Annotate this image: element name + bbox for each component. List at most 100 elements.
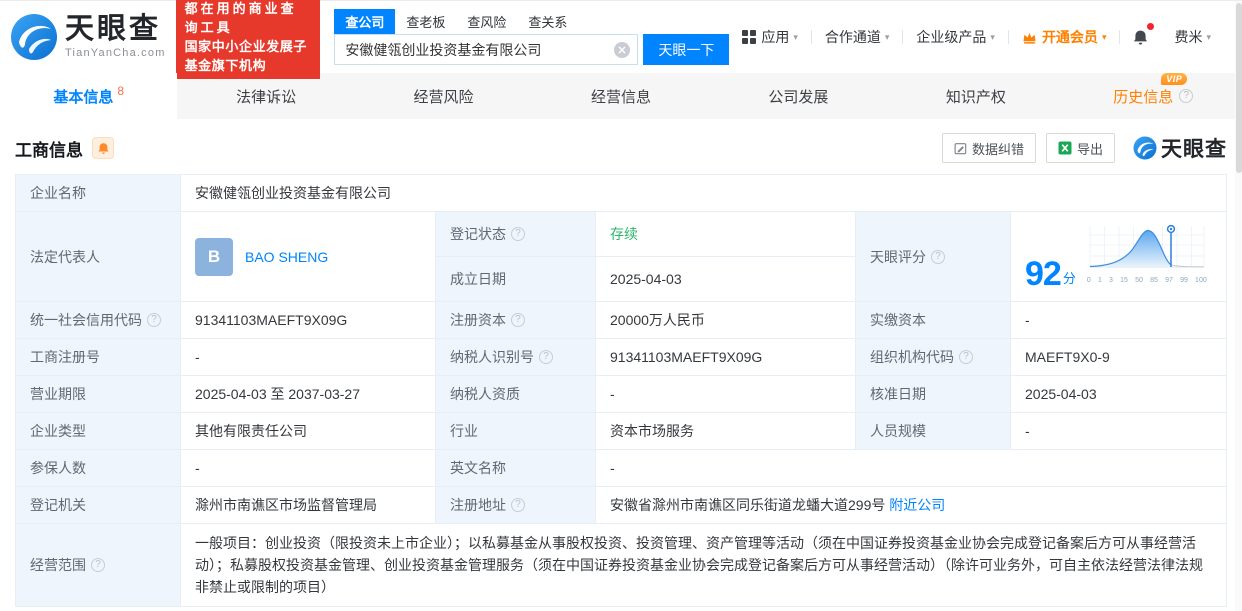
status-badge: 存续 (610, 226, 638, 242)
tick-label: 50 (1135, 277, 1143, 284)
vip-badge: VIP (1161, 72, 1188, 85)
export-label: 导出 (1076, 141, 1103, 157)
score-distribution-chart: 0 1 3 15 50 85 97 99 100 (1086, 222, 1208, 291)
data-correction-button[interactable]: 数据纠错 (941, 133, 1036, 163)
taxpayer-id-label-text: 纳税人识别号 (450, 349, 534, 365)
scope-value: 一般项目：创业投资（限投资未上市企业）；以私募基金从事股权投资、投资管理、资产管… (180, 523, 1227, 607)
search-input[interactable] (334, 34, 639, 65)
taxpayer-id-label: 纳税人识别号 ? (435, 338, 596, 376)
table-row: 法定代表人 B BAO SHENG 登记状态 ? 存续 天眼评分 ? 92 分 … (15, 211, 1227, 302)
tick-label: 99 (1180, 277, 1188, 284)
section-title: 工商信息 (15, 140, 83, 160)
search-tab-risk[interactable]: 查风险 (456, 9, 517, 34)
subscribe-bell-button[interactable] (92, 137, 114, 159)
legal-rep-link[interactable]: BAO SHENG (245, 247, 328, 267)
reg-capital-label-text: 注册资本 (450, 312, 506, 328)
bell-icon (1134, 30, 1148, 45)
notifications-bell[interactable] (1120, 22, 1161, 46)
table-row: 营业期限 2025-04-03 至 2037-03-27 纳税人资质 - 核准日… (15, 375, 1227, 413)
help-icon[interactable]: ? (1179, 89, 1194, 103)
help-icon[interactable]: ? (511, 498, 525, 512)
nav-partner-label: 合作通道 (824, 29, 881, 45)
nearby-companies-link[interactable]: 附近公司 (889, 497, 945, 513)
tab-operation[interactable]: 经营信息 (532, 73, 709, 119)
search-tab-boss[interactable]: 查老板 (395, 9, 456, 34)
tab-basic-info[interactable]: 基本信息 8 (0, 73, 178, 119)
tab-history[interactable]: 历史信息 VIP ? (1065, 72, 1242, 119)
search-tabs: 查公司 查老板 查风险 查关系 (334, 9, 729, 34)
crown-icon (1022, 31, 1037, 44)
logo-title: 天眼查 (65, 13, 162, 45)
company-name-value: 安徽健瓴创业投资基金有限公司 (180, 174, 1227, 212)
help-icon[interactable]: ? (959, 350, 973, 364)
tick-label: 0 (1086, 277, 1091, 284)
establish-date-value: 2025-04-03 (595, 256, 856, 302)
nav-open-vip[interactable]: 开通会员 ▾ (1009, 27, 1120, 47)
scrollbar-thumb[interactable] (1235, 3, 1242, 173)
score-curve (1089, 224, 1205, 268)
uscc-value: 91341103MAEFT9X09G (180, 301, 436, 339)
help-icon[interactable]: ? (511, 313, 525, 327)
search-button[interactable]: 天眼一下 (643, 34, 730, 65)
tab-ip-label: 知识产权 (945, 88, 1006, 106)
nav-enterprise[interactable]: 企业级产品 ▾ (903, 27, 1008, 47)
term-label: 营业期限 (15, 375, 181, 413)
username-label: 费米 (1174, 29, 1203, 45)
search-area: 查公司 查老板 查风险 查关系 天眼一下 (334, 9, 730, 65)
taxpayer-quality-value: - (595, 375, 856, 413)
tick-label: 3 (1109, 277, 1113, 284)
staff-size-value: - (1010, 412, 1227, 450)
legal-rep-label: 法定代表人 (15, 211, 181, 302)
tab-ip[interactable]: 知识产权 (887, 73, 1064, 119)
avatar[interactable]: B (195, 237, 233, 276)
english-name-value: - (595, 449, 1227, 487)
tianyancha-logo-icon (1133, 136, 1157, 160)
section-head: 工商信息 数据纠错 导出 天眼查 (0, 119, 1242, 174)
table-row: 统一社会信用代码 ? 91341103MAEFT9X09G 注册资本 ? 200… (15, 301, 1227, 339)
tab-risk[interactable]: 经营风险 (355, 73, 532, 119)
score-value: 92 (1025, 255, 1062, 293)
help-icon[interactable]: ? (511, 227, 525, 241)
help-icon[interactable]: ? (91, 558, 105, 572)
nav-user[interactable]: 费米 ▾ (1161, 27, 1224, 47)
tab-basic-info-count: 8 (117, 84, 125, 98)
help-icon[interactable]: ? (931, 249, 945, 264)
company-tabbar: 基本信息 8 法律诉讼 经营风险 经营信息 公司发展 知识产权 历史信息 VIP… (0, 72, 1242, 119)
nav-partner[interactable]: 合作通道 ▾ (812, 27, 903, 47)
edit-doc-icon (954, 142, 967, 154)
notification-dot (1147, 22, 1155, 30)
nav-open-vip-label: 开通会员 (1041, 29, 1098, 45)
company-name-label: 企业名称 (15, 174, 181, 212)
chevron-down-icon: ▾ (884, 31, 890, 42)
org-code-label: 组织机构代码 ? (855, 338, 1011, 376)
export-button[interactable]: 导出 (1045, 133, 1115, 163)
registry-value: 滁州市南谯区市场监督管理局 (180, 486, 436, 524)
tab-legal[interactable]: 法律诉讼 (177, 73, 354, 119)
paid-capital-value: - (1010, 301, 1227, 339)
tab-history-label: 历史信息 (1113, 88, 1174, 106)
search-tab-company[interactable]: 查公司 (334, 9, 396, 34)
org-code-value: MAEFT9X0-9 (1010, 338, 1227, 376)
approval-date-label: 核准日期 (855, 375, 1011, 413)
insured-label: 参保人数 (15, 449, 181, 487)
header-nav: 应用 ▾ 合作通道 ▾ 企业级产品 ▾ 开通会员 ▾ 费米 ▾ (729, 22, 1224, 47)
company-type-label: 企业类型 (15, 412, 181, 450)
org-code-label-text: 组织机构代码 (870, 349, 954, 365)
reg-number-label: 工商注册号 (15, 338, 181, 376)
staff-size-label: 人员规模 (855, 412, 1011, 450)
help-icon[interactable]: ? (147, 313, 161, 327)
table-row: 工商注册号 - 纳税人识别号 ? 91341103MAEFT9X09G 组织机构… (15, 338, 1227, 376)
search-tab-relation[interactable]: 查关系 (517, 9, 578, 34)
score-cell: 92 分 0 1 3 15 50 85 97 99 100 (1010, 211, 1227, 302)
reg-status-value: 存续 (595, 211, 856, 257)
watermark-logo: 天眼查 (1133, 133, 1227, 163)
help-icon[interactable]: ? (539, 350, 553, 364)
nav-apps[interactable]: 应用 ▾ (729, 27, 811, 47)
tab-development[interactable]: 公司发展 (710, 73, 887, 119)
clear-search-icon[interactable] (614, 42, 631, 58)
chevron-down-icon: ▾ (1101, 31, 1107, 42)
scope-text: 一般项目：创业投资（限投资未上市企业）；以私募基金从事股权投资、投资管理、资产管… (195, 535, 1203, 595)
excel-icon (1058, 141, 1072, 155)
table-row: 企业类型 其他有限责任公司 行业 资本市场服务 人员规模 - (15, 412, 1227, 450)
tianyancha-logo[interactable]: 天眼查 TianYanCha.com (10, 13, 166, 61)
